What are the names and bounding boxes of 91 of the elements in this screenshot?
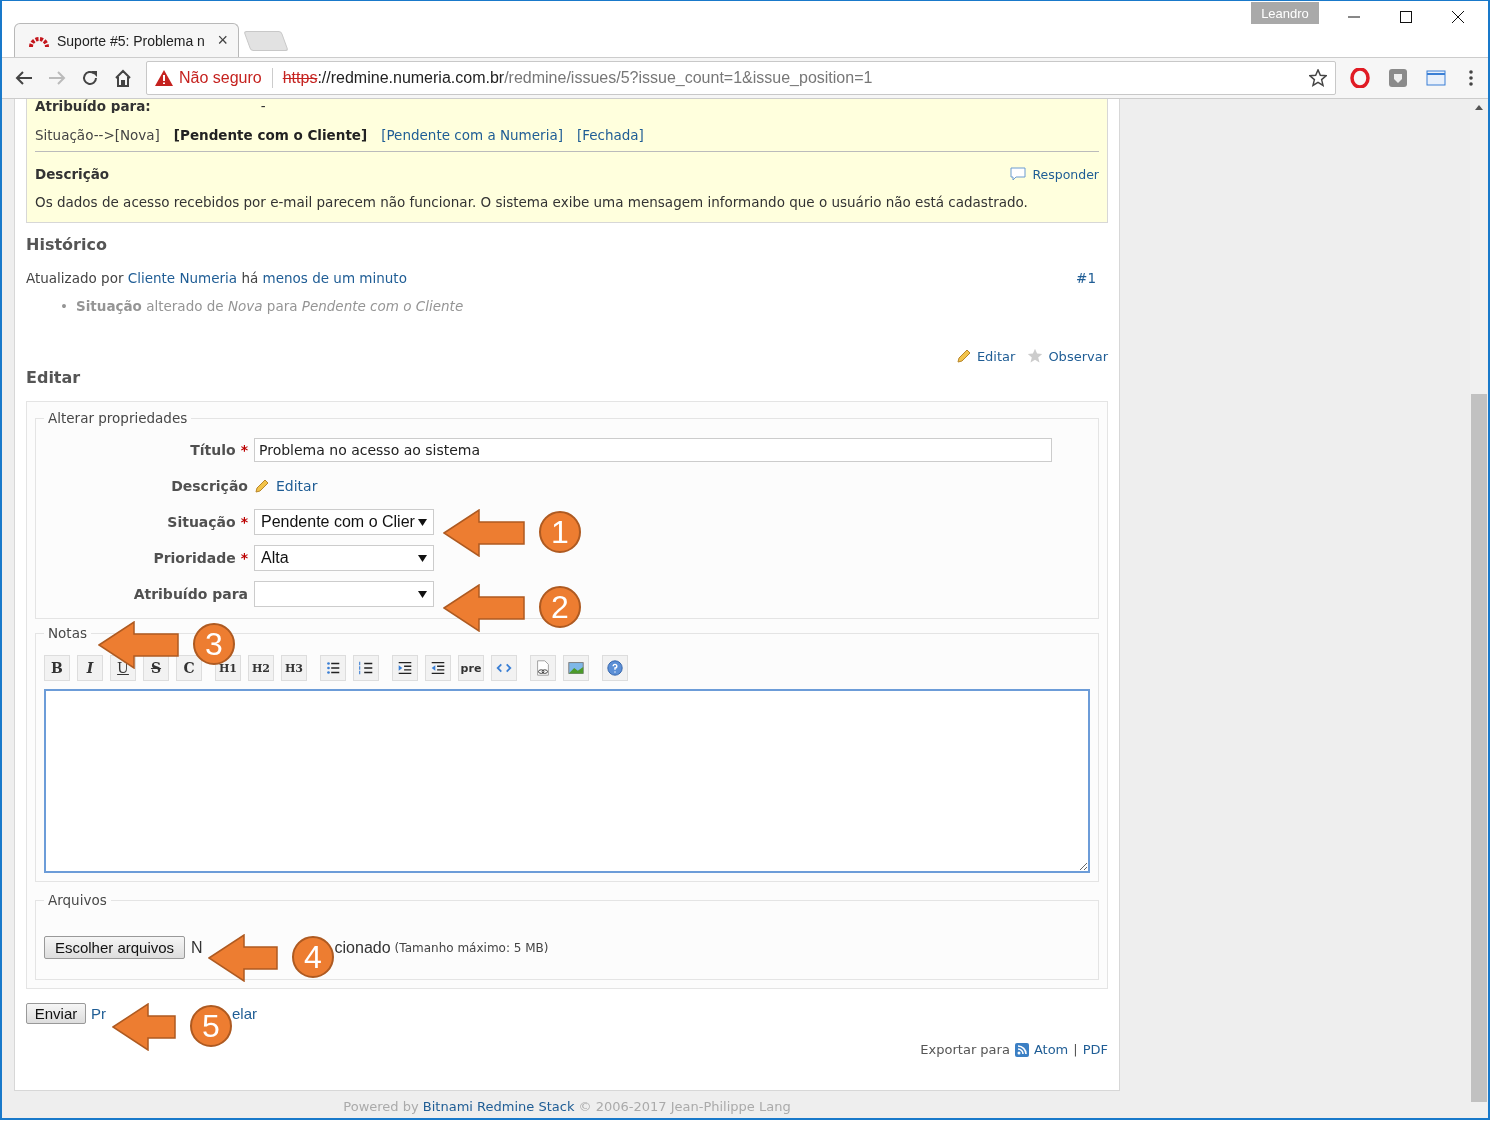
tab-title: Suporte #5: Problema n (57, 32, 206, 49)
form-link[interactable]: Pr (91, 1005, 106, 1022)
security-label[interactable]: Não seguro (179, 69, 262, 87)
arc-logo-icon (29, 34, 49, 47)
select-field[interactable] (254, 581, 434, 607)
close-tab-button[interactable]: × (217, 30, 228, 51)
scroll-up-icon[interactable] (1475, 105, 1483, 110)
pdf-link[interactable]: PDF (1082, 1042, 1108, 1057)
pencil-icon (254, 478, 270, 494)
format-button[interactable]: I (77, 655, 103, 681)
code-icon[interactable] (491, 655, 517, 681)
form-link[interactable]: elar (232, 1005, 257, 1022)
notes-legend: Notas (44, 625, 91, 641)
warning-icon (155, 70, 173, 86)
required-mark: * (240, 442, 248, 458)
home-icon[interactable] (113, 68, 133, 88)
footer-link[interactable]: Bitnami Redmine Stack (422, 1099, 575, 1114)
separator-text: | (1073, 1042, 1078, 1057)
format-button[interactable]: B (44, 655, 70, 681)
history-heading: Histórico (26, 235, 108, 254)
bullet-list-icon[interactable] (320, 655, 346, 681)
assigned-value: - (260, 99, 266, 113)
properties-legend: Alterar propriedades (44, 410, 192, 426)
window-icon[interactable] (1426, 68, 1446, 88)
shield-icon[interactable] (1388, 68, 1408, 88)
indent-icon[interactable] (392, 655, 418, 681)
address-bar[interactable]: Não seguro https://redmine.numeria.com.br/redmine/issues/5?issue_count=1&issue_position=1 (146, 61, 1336, 95)
format-button[interactable]: H2 (248, 655, 274, 681)
format-button[interactable]: pre (458, 655, 484, 681)
callout-arrow (208, 934, 278, 982)
format-button[interactable]: H3 (281, 655, 307, 681)
menu-icon[interactable] (1468, 68, 1474, 88)
watch-link[interactable]: Observar (1048, 348, 1108, 364)
speech-bubble-icon (1010, 167, 1027, 181)
caret-icon (418, 590, 427, 598)
ring-icon[interactable] (1350, 68, 1370, 88)
required-mark: * (240, 550, 248, 566)
field-label: Título (190, 442, 236, 458)
description-heading: Descrição (35, 166, 111, 182)
notes-field[interactable] (44, 689, 1090, 873)
feed-icon (1014, 1042, 1029, 1057)
description-text: Os dados de acesso recebidos por e-mail parecem não funcionar. O sistema exibe uma mensagem informando que o usuário não está cadastrado. (35, 194, 1029, 210)
pencil-icon (955, 348, 972, 364)
bullet-text: • (60, 298, 68, 314)
field-label: Descrição (171, 478, 248, 494)
format-button[interactable]: S (143, 655, 169, 681)
journal-header: Atualizado por Cliente Numeria há menos de um minuto (26, 270, 408, 286)
reload-icon[interactable] (80, 68, 100, 88)
caret-icon (418, 554, 427, 562)
edit-description-link[interactable]: Editar (276, 478, 318, 494)
callout-arrow (112, 1003, 176, 1051)
status-label: Situação--> (35, 127, 115, 143)
field-label: Situação (167, 514, 236, 530)
caret-icon (418, 518, 427, 526)
time-link[interactable]: menos de um minuto (262, 270, 407, 286)
select-field[interactable]: Alta (254, 545, 434, 571)
atom-link[interactable]: Atom (1033, 1042, 1069, 1057)
file-status-text: N (191, 938, 203, 957)
reply-link[interactable]: Responder (1032, 166, 1099, 182)
footer-text: Powered by Bitnami Redmine Stack © 2006-2017 Jean-Philippe Lang (342, 1099, 792, 1114)
change-item: Situação alterado de Nova para Pendente com o Cliente (75, 298, 465, 314)
outdent-icon[interactable] (425, 655, 451, 681)
status-option: [Nova] (114, 127, 160, 143)
status-link[interactable]: [Fechada] (576, 127, 644, 143)
title-field[interactable]: Problema no acesso ao sistema (254, 438, 1052, 462)
journal-number-link[interactable]: #1 (1076, 270, 1096, 286)
assigned-label: Atribuído para: (35, 99, 151, 113)
link-icon[interactable] (530, 655, 556, 681)
select-field[interactable]: Pendente com o Clier (254, 509, 434, 535)
field-label: Prioridade (153, 550, 236, 566)
files-legend: Arquivos (44, 892, 111, 908)
url-text: https://redmine.numeria.com.br/redmine/issues/5?issue_count=1&issue_position=1 (282, 69, 873, 87)
star-icon[interactable] (1309, 69, 1327, 87)
numbered-list-icon[interactable] (353, 655, 379, 681)
author-link[interactable]: Cliente Numeria (127, 270, 238, 286)
star-icon (1027, 348, 1044, 364)
help-icon[interactable] (602, 655, 628, 681)
status-link[interactable]: [Pendente com a Numeria] (381, 127, 563, 143)
file-status-text: cionado (334, 938, 391, 957)
edit-link[interactable]: Editar (976, 348, 1016, 364)
browser-tab[interactable]: Suporte #5: Problema n × (14, 23, 239, 57)
field-label: Atribuído para (133, 586, 248, 602)
image-icon[interactable] (563, 655, 589, 681)
submit-button[interactable]: Enviar (26, 1003, 86, 1024)
edit-heading: Editar (26, 368, 82, 387)
choose-files-button[interactable]: Escolher arquivos (44, 936, 185, 959)
required-mark: * (240, 514, 248, 530)
export-label: Exportar para (920, 1042, 1010, 1057)
format-button[interactable]: C (176, 655, 202, 681)
max-size-text: (Tamanho máximo: 5 MB) (394, 940, 549, 955)
current-status: [Pendente com o Cliente] (173, 127, 368, 143)
